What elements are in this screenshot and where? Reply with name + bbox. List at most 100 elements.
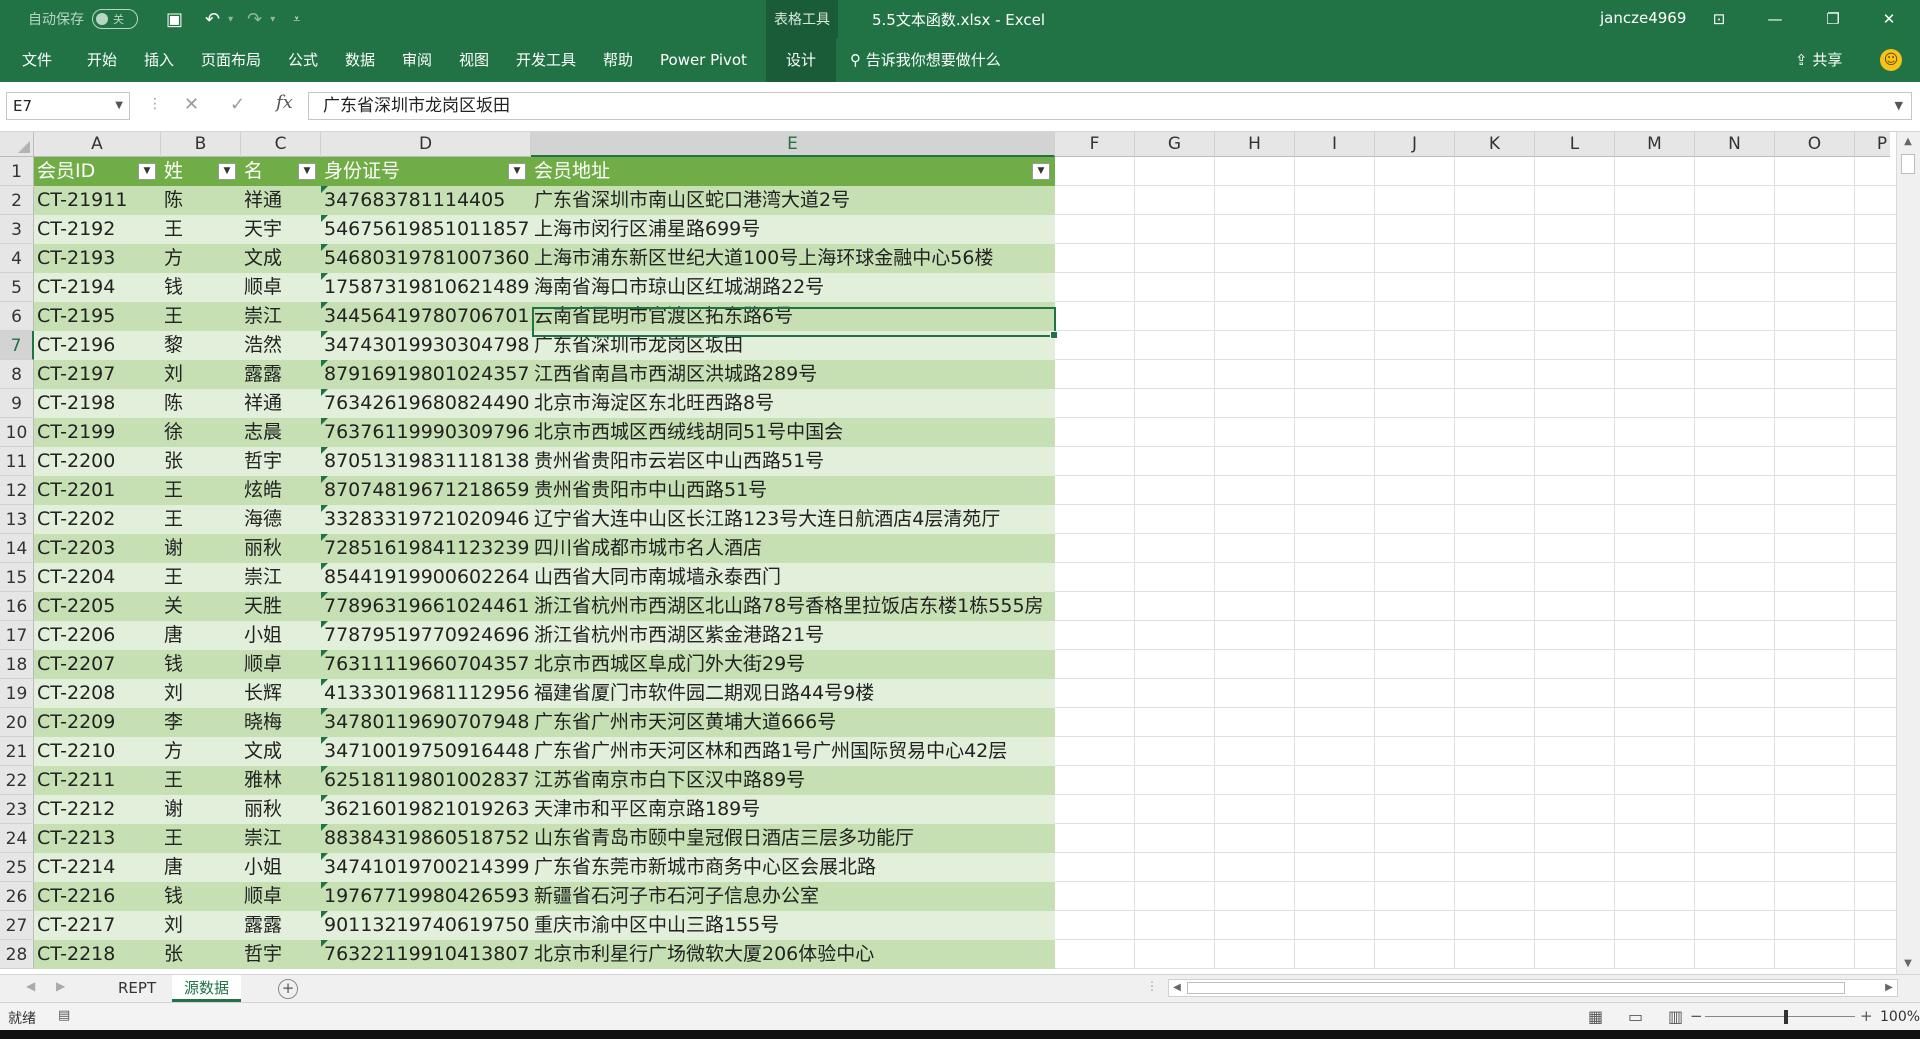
cell[interactable] [1215, 244, 1295, 273]
close-icon[interactable]: ✕ [1866, 6, 1912, 32]
cell[interactable] [1535, 679, 1615, 708]
cell[interactable] [1135, 940, 1215, 969]
cell[interactable] [1135, 215, 1215, 244]
cell[interactable] [1535, 331, 1615, 360]
column-header[interactable]: K [1455, 132, 1535, 157]
cell[interactable] [1695, 447, 1775, 476]
column-header[interactable]: J [1375, 132, 1455, 157]
row-header[interactable]: 21 [0, 737, 34, 766]
row-header[interactable]: 16 [0, 592, 34, 621]
cell[interactable] [1375, 244, 1455, 273]
cell[interactable]: CT-2212 [34, 795, 161, 824]
cell[interactable] [1135, 157, 1215, 186]
tab-formulas[interactable]: 公式 [288, 38, 318, 82]
cell[interactable] [1375, 650, 1455, 679]
cell[interactable] [1215, 534, 1295, 563]
cell[interactable] [1215, 186, 1295, 215]
cell[interactable] [1055, 186, 1135, 215]
cell[interactable]: 546756198510118573 [321, 215, 531, 244]
cell[interactable]: 778795197709246969 [321, 621, 531, 650]
cell[interactable] [1615, 737, 1695, 766]
cell[interactable]: 北京市利星行广场微软大厦206体验中心 [531, 940, 1055, 969]
undo-dropdown-icon[interactable]: ▾ [228, 14, 233, 25]
row-header[interactable]: 28 [0, 940, 34, 969]
cell[interactable] [1615, 592, 1695, 621]
cell[interactable] [1375, 302, 1455, 331]
cell[interactable] [1615, 621, 1695, 650]
cell[interactable]: 崇江 [241, 302, 321, 331]
cell[interactable] [1535, 592, 1615, 621]
customize-qat-icon[interactable]: ⩡ [293, 12, 300, 27]
cell[interactable] [1695, 505, 1775, 534]
row-header[interactable]: 2 [0, 186, 34, 215]
cell[interactable]: 黎 [161, 331, 241, 360]
cell[interactable]: 唐 [161, 853, 241, 882]
table-header-cell[interactable]: 会员ID ▼ [34, 157, 161, 186]
cell[interactable]: 江苏省南京市白下区汉中路89号 [531, 766, 1055, 795]
cell[interactable]: 钱 [161, 650, 241, 679]
cell[interactable]: 露露 [241, 360, 321, 389]
cell[interactable] [1135, 621, 1215, 650]
cell[interactable] [1295, 244, 1375, 273]
column-header[interactable]: E [531, 132, 1055, 157]
tab-home[interactable]: 开始 [87, 38, 117, 82]
cell[interactable] [1055, 621, 1135, 650]
cell[interactable] [1135, 766, 1215, 795]
cell[interactable] [1135, 795, 1215, 824]
cell[interactable]: CT-2200 [34, 447, 161, 476]
cell[interactable] [1535, 650, 1615, 679]
cell[interactable]: 谢 [161, 534, 241, 563]
cell[interactable]: 文成 [241, 244, 321, 273]
cell[interactable] [1615, 360, 1695, 389]
cell[interactable] [1535, 563, 1615, 592]
formula-bar-grip-icon[interactable]: ⋮ [148, 96, 162, 112]
cell[interactable] [1695, 882, 1775, 911]
redo-icon[interactable]: ↷ [247, 9, 262, 30]
cell[interactable]: 贵州省贵阳市中山西路51号 [531, 476, 1055, 505]
cell[interactable] [1455, 563, 1535, 592]
cell[interactable] [1535, 215, 1615, 244]
cell[interactable]: CT-21911 [34, 186, 161, 215]
cell[interactable] [1455, 157, 1535, 186]
cell[interactable]: 362160198210192639 [321, 795, 531, 824]
cell[interactable]: 山东省青岛市颐中皇冠假日酒店三层多功能厅 [531, 824, 1055, 853]
row-header[interactable]: 1 [0, 157, 34, 186]
user-name[interactable]: jancze4969 [1600, 9, 1686, 27]
cell[interactable] [1455, 331, 1535, 360]
cell[interactable] [1135, 360, 1215, 389]
cell[interactable]: 重庆市渝中区中山三路155号 [531, 911, 1055, 940]
cell[interactable]: 763111196607043574 [321, 650, 531, 679]
cell[interactable] [1695, 737, 1775, 766]
cell[interactable] [1535, 534, 1615, 563]
add-sheet-icon[interactable]: + [278, 979, 298, 999]
cell[interactable]: 天津市和平区南京路189号 [531, 795, 1055, 824]
cell[interactable] [1135, 534, 1215, 563]
cell[interactable] [1135, 186, 1215, 215]
cell[interactable] [1455, 592, 1535, 621]
row-header[interactable]: 27 [0, 911, 34, 940]
cell[interactable] [1455, 389, 1535, 418]
cell[interactable] [1775, 737, 1855, 766]
cell[interactable]: 344564197807067016 [321, 302, 531, 331]
cell[interactable] [1535, 418, 1615, 447]
row-header[interactable]: 9 [0, 389, 34, 418]
cell[interactable] [1455, 244, 1535, 273]
cell[interactable] [1375, 157, 1455, 186]
cell[interactable] [1695, 708, 1775, 737]
cell[interactable]: CT-2211 [34, 766, 161, 795]
row-header[interactable]: 26 [0, 882, 34, 911]
cell[interactable]: 贵州省贵阳市云岩区中山西路51号 [531, 447, 1055, 476]
cell[interactable] [1135, 708, 1215, 737]
cell[interactable] [1775, 186, 1855, 215]
cell[interactable] [1055, 911, 1135, 940]
cell[interactable] [1775, 302, 1855, 331]
cell[interactable]: 天胜 [241, 592, 321, 621]
cell[interactable]: 四川省成都市城市名人酒店 [531, 534, 1055, 563]
row-header[interactable]: 15 [0, 563, 34, 592]
filter-dropdown-icon[interactable]: ▼ [298, 163, 316, 180]
cell[interactable] [1615, 563, 1695, 592]
cell[interactable] [1055, 650, 1135, 679]
row-header[interactable]: 23 [0, 795, 34, 824]
page-break-view-icon[interactable]: ▥ [1668, 1007, 1683, 1026]
cell[interactable]: 辽宁省大连中山区长江路123号大连日航酒店4层清苑厅 [531, 505, 1055, 534]
